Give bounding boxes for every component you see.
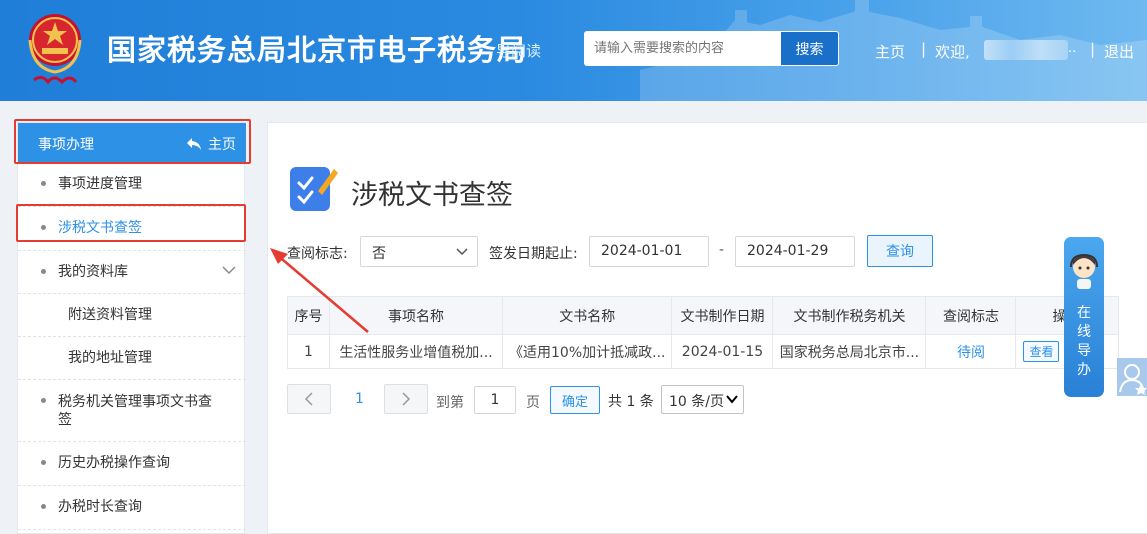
- table-row: 1 生活性服务业增值税加... 《适用10%加计抵减政... 2024-01-1…: [287, 334, 1120, 369]
- sidebar-item-label: 事项进度管理: [58, 176, 142, 192]
- page-title: 涉税文书查签: [351, 180, 513, 211]
- date-end-input[interactable]: 2024-01-29: [735, 236, 855, 267]
- cell-date: 2024-01-15: [671, 334, 774, 369]
- sidebar-home-label: 主页: [208, 137, 236, 153]
- sidebar-item-label: 历史办税操作查询: [58, 455, 170, 471]
- cell-status: 待阅: [925, 334, 1017, 369]
- guide-read-link[interactable]: 导阅读: [496, 40, 541, 61]
- sidebar-item-attachments[interactable]: 附送资料管理: [18, 294, 246, 337]
- sidebar-item-label: 涉税文书查签: [58, 220, 142, 236]
- chevron-down-icon: [456, 248, 468, 256]
- logout-link[interactable]: 退出: [1104, 41, 1134, 62]
- date-range-label: 签发日期起止:: [489, 246, 578, 262]
- nav-home-link[interactable]: 主页: [875, 41, 905, 62]
- customer-service-avatar-icon: [1070, 253, 1098, 289]
- username-ellipsis: ..: [1068, 41, 1077, 56]
- chevron-down-icon[interactable]: [222, 266, 236, 275]
- page-unit-label: 页: [526, 395, 540, 411]
- blurred-username: [984, 40, 1068, 60]
- date-range-dash: -: [719, 242, 725, 258]
- column-header: 文书制作日期: [671, 296, 774, 335]
- red-arrow-annotation: [270, 248, 369, 333]
- chevron-down-icon: [726, 395, 738, 404]
- chevron-left-icon: [304, 392, 313, 406]
- sidebar-header: 事项办理 主页: [18, 123, 246, 163]
- guide-label-char: 导: [1077, 343, 1091, 359]
- column-header: 文书名称: [501, 296, 673, 335]
- query-button[interactable]: 查询: [867, 235, 933, 267]
- sidebar-item-history[interactable]: 历史办税操作查询: [18, 442, 246, 486]
- sidebar-item-label: 附送资料管理: [68, 307, 152, 323]
- bullet-dot: [41, 398, 46, 403]
- document-check-icon: [290, 167, 338, 211]
- guide-label-char: 在: [1077, 305, 1091, 321]
- welcome-text: 欢迎,: [935, 43, 970, 61]
- view-button[interactable]: 查看: [1023, 341, 1060, 362]
- chevron-right-icon: [402, 392, 411, 406]
- sidebar-item-my-library[interactable]: 我的资料库: [18, 251, 246, 294]
- column-header: 文书制作税务机关: [772, 296, 927, 335]
- goto-label: 到第: [436, 395, 464, 411]
- online-guide-button[interactable]: 在 线 导 办: [1064, 237, 1104, 397]
- online-guide-label: 在 线 导 办: [1064, 304, 1104, 380]
- bullet-dot: [41, 460, 46, 465]
- bullet-dot: [41, 269, 46, 274]
- search-input[interactable]: [584, 31, 780, 66]
- goto-confirm-button[interactable]: 确定: [550, 386, 600, 414]
- page-size-select[interactable]: 10 条/页: [661, 385, 744, 414]
- column-header: 查阅标志: [925, 296, 1017, 335]
- page-size-value: 10 条/页: [669, 394, 724, 410]
- sidebar-title: 事项办理: [38, 137, 94, 153]
- sidebar-item-label: 我的资料库: [58, 264, 128, 280]
- sidebar-home-button[interactable]: 主页: [186, 134, 236, 154]
- sidebar-item-label: 我的地址管理: [68, 350, 152, 366]
- cell-office: 国家税务总局北京市...: [772, 334, 927, 369]
- sidebar-item-address[interactable]: 我的地址管理: [18, 337, 246, 380]
- search-button[interactable]: 搜索: [780, 31, 839, 66]
- header-bar: 国家税务总局北京市电子税务局 导阅读 搜索 主页 | 欢迎, .. | 退出: [0, 0, 1147, 101]
- nav-separator: |: [921, 40, 927, 58]
- goto-page-input[interactable]: 1: [474, 386, 516, 414]
- total-count: 共 1 条: [608, 394, 654, 410]
- documents-table: 序号 事项名称 文书名称 文书制作日期 文书制作税务机关 查阅标志 操作 1 生…: [287, 296, 1120, 369]
- user-star-icon: [1119, 364, 1147, 395]
- guide-label-char: 线: [1077, 324, 1091, 340]
- next-page-button[interactable]: [384, 384, 428, 414]
- user-float-button[interactable]: [1117, 358, 1147, 396]
- sidebar-item-progress[interactable]: 事项进度管理: [18, 163, 246, 207]
- sidebar-item-label: 办税时长查询: [58, 499, 142, 515]
- current-page-number[interactable]: 1: [355, 391, 364, 407]
- cell-doc-name: 《适用10%加计抵减政...: [501, 334, 673, 369]
- sidebar: 事项办理 主页 事项进度管理 涉税文书查签 我的资料库 附送资料管理 我的地址管…: [17, 122, 246, 534]
- nav-separator: |: [1090, 40, 1096, 58]
- bullet-dot: [41, 181, 46, 186]
- site-title: 国家税务总局北京市电子税务局: [107, 33, 528, 67]
- sidebar-item-authority-documents[interactable]: 税务机关管理事项文书查签: [18, 380, 246, 442]
- bullet-dot: [41, 504, 46, 509]
- prev-page-button[interactable]: [287, 384, 331, 414]
- table-header-row: 序号 事项名称 文书名称 文书制作日期 文书制作税务机关 查阅标志 操作: [287, 296, 1120, 335]
- sidebar-item-tax-document-check[interactable]: 涉税文书查签: [18, 207, 246, 251]
- sidebar-item-duration[interactable]: 办税时长查询: [18, 486, 246, 530]
- return-arrow-icon: [187, 138, 201, 150]
- guide-label-char: 办: [1077, 362, 1091, 378]
- date-start-input[interactable]: 2024-01-01: [589, 236, 709, 267]
- tax-bureau-emblem-logo: [28, 14, 82, 85]
- bullet-dot: [41, 225, 46, 230]
- sidebar-item-label: 税务机关管理事项文书查签: [58, 394, 212, 428]
